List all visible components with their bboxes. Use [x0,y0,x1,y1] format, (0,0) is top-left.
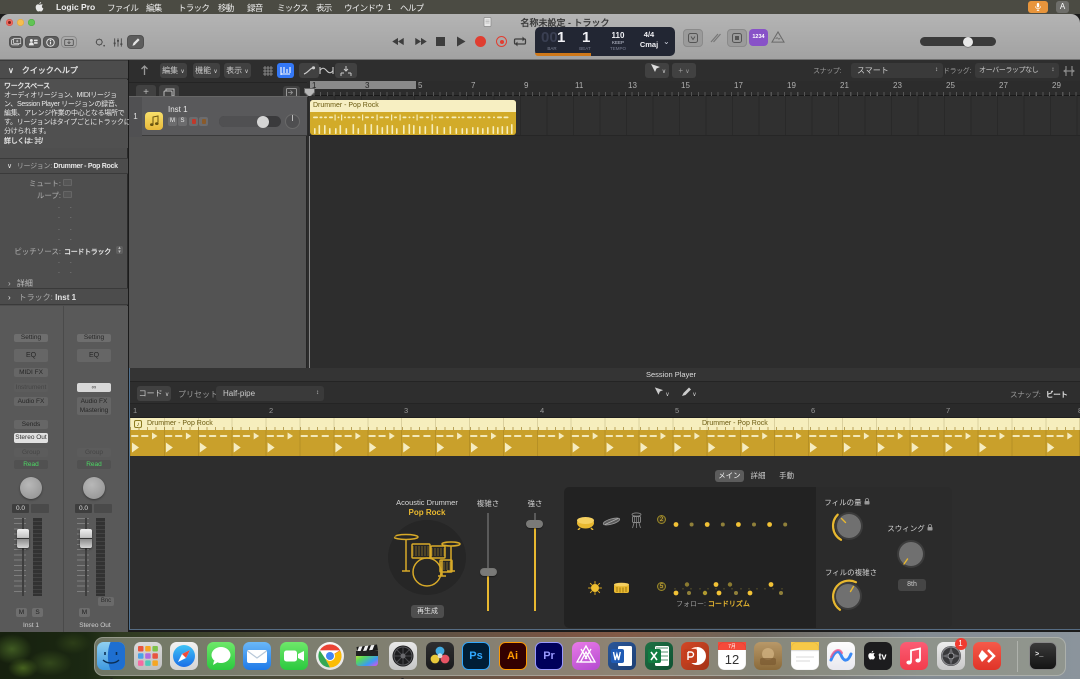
svg-text:>_: >_ [1035,651,1044,659]
svg-text:tv: tv [878,652,886,662]
